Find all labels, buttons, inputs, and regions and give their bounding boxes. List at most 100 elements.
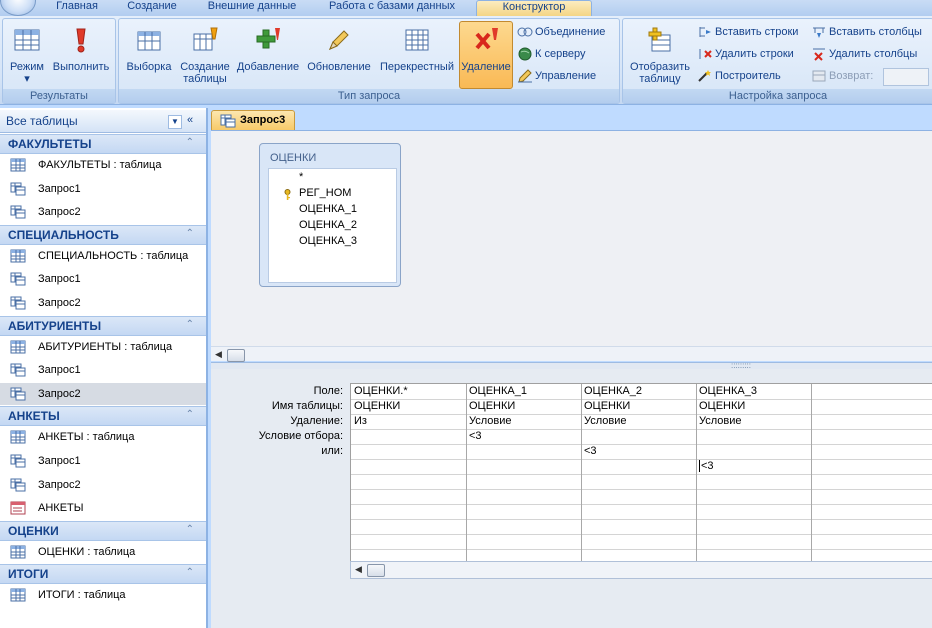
nav-item[interactable]: Запрос2 — [0, 201, 206, 223]
insert-rows-label: Вставить строки — [715, 26, 799, 38]
nav-category[interactable]: АНКЕТЫ ⌃ — [0, 406, 206, 427]
nav-category[interactable]: ОЦЕНКИ ⌃ — [0, 520, 206, 541]
nav-category[interactable]: ФАКУЛЬТЕТЫ ⌃ — [0, 134, 206, 154]
nav-item-label: АНКЕТЫ — [38, 502, 84, 515]
nav-category[interactable]: СПЕЦИАЛЬНОСТЬ ⌃ — [0, 224, 206, 245]
nav-category[interactable]: АБИТУРИЕНТЫ ⌃ — [0, 315, 206, 336]
tab-database-tools[interactable]: Работа с базами данных — [316, 0, 468, 15]
datasheet-view-icon — [14, 29, 40, 51]
form-icon — [10, 501, 26, 515]
delete-rows-button[interactable]: Удалить строки — [697, 45, 794, 63]
collapse-chevron-icon[interactable]: ⌃ — [186, 137, 194, 148]
query-icon — [10, 296, 26, 310]
show-table-button[interactable]: Отобразить таблицу — [625, 21, 695, 89]
nav-item[interactable]: АНКЕТЫ : таблица — [0, 426, 206, 448]
nav-collapse-icon[interactable]: « — [187, 114, 193, 126]
grid-cell-editing[interactable]: <3 — [699, 460, 714, 472]
nav-item[interactable]: Запрос2 — [0, 474, 206, 496]
field-item[interactable]: ОЦЕНКА_3 — [299, 235, 357, 247]
nav-item[interactable]: ОЦЕНКИ : таблица — [0, 541, 206, 563]
grid-scrollbar[interactable]: ◀ — [350, 561, 932, 579]
insert-columns-button[interactable]: Вставить столбцы — [811, 23, 922, 41]
mode-button[interactable]: Режим ▾ — [5, 21, 49, 89]
query-setup-group-label: Настройка запроса — [623, 89, 932, 103]
design-grid[interactable]: ОЦЕНКИ.* ОЦЕНКИ Из ОЦЕНКА_1 ОЦЕНКИ Условие <3 О… — [350, 383, 932, 565]
scroll-left-icon[interactable]: ◀ — [355, 564, 362, 575]
delete-query-button[interactable]: Удаление — [459, 21, 513, 89]
grid-cell-table[interactable]: ОЦЕНКИ — [469, 400, 515, 412]
nav-category-label: АНКЕТЫ — [8, 409, 60, 424]
nav-item[interactable]: СПЕЦИАЛЬНОСТЬ : таблица — [0, 245, 206, 267]
crosstab-label: Перекрестный — [380, 61, 454, 73]
nav-category[interactable]: ИТОГИ ⌃ — [0, 564, 206, 585]
nav-item[interactable]: АНКЕТЫ — [0, 497, 206, 519]
field-list-window[interactable]: ОЦЕНКИ * РЕГ_НОМ ОЦЕНКА_1 ОЦЕНКА_2 ОЦЕНК… — [259, 143, 401, 287]
data-definition-label: Управление — [535, 70, 597, 82]
grid-cell-delete[interactable]: Из — [354, 415, 367, 427]
select-query-icon — [137, 31, 161, 51]
nav-header[interactable]: Все таблицы ▼ « — [0, 110, 206, 133]
grid-cell-delete[interactable]: Условие — [699, 415, 742, 427]
scroll-thumb[interactable] — [227, 349, 245, 362]
append-button[interactable]: Добавление — [233, 21, 303, 89]
insert-rows-button[interactable]: Вставить строки — [697, 23, 798, 41]
select-query-button[interactable]: Выборка — [121, 21, 177, 89]
grid-cell-criteria[interactable]: <3 — [469, 430, 482, 442]
collapse-chevron-icon[interactable]: ⌃ — [186, 319, 194, 330]
collapse-chevron-icon[interactable]: ⌃ — [186, 228, 194, 239]
grid-cell-field[interactable]: ОЦЕНКА_1 — [469, 385, 527, 397]
query-icon — [10, 478, 26, 492]
globe-icon — [518, 47, 532, 61]
union-label: Объединение — [535, 26, 606, 38]
grid-cell-table[interactable]: ОЦЕНКИ — [699, 400, 745, 412]
nav-menu-dropdown-icon[interactable]: ▼ — [168, 115, 182, 129]
builder-button[interactable]: Построитель — [697, 67, 781, 85]
collapse-chevron-icon[interactable]: ⌃ — [186, 409, 194, 420]
collapse-chevron-icon[interactable]: ⌃ — [186, 524, 194, 535]
nav-item[interactable]: ФАКУЛЬТЕТЫ : таблица — [0, 154, 206, 176]
collapse-chevron-icon[interactable]: ⌃ — [186, 567, 194, 578]
table-pane-scrollbar[interactable]: ◀ — [211, 346, 932, 362]
grid-cell-field[interactable]: ОЦЕНКА_3 — [699, 385, 757, 397]
field-item[interactable]: РЕГ_НОМ — [299, 187, 351, 199]
nav-item[interactable]: Запрос1 — [0, 359, 206, 381]
nav-item[interactable]: АБИТУРИЕНТЫ : таблица — [0, 336, 206, 358]
update-button[interactable]: Обновление — [303, 21, 375, 89]
scroll-thumb[interactable] — [367, 564, 385, 577]
tab-design[interactable]: Конструктор — [476, 0, 592, 16]
union-button[interactable]: Объединение — [517, 23, 605, 41]
grid-cell-table[interactable]: ОЦЕНКИ — [354, 400, 400, 412]
pass-through-label: К серверу — [535, 48, 586, 60]
field-item[interactable]: * — [299, 171, 303, 183]
tab-external-data[interactable]: Внешние данные — [196, 0, 308, 15]
crosstab-button[interactable]: Перекрестный — [375, 21, 459, 89]
nav-item[interactable]: Запрос2 — [0, 382, 206, 405]
nav-item-label: Запрос2 — [38, 387, 81, 400]
grid-cell-field[interactable]: ОЦЕНКИ.* — [354, 385, 408, 397]
tab-create[interactable]: Создание — [116, 0, 188, 15]
run-button[interactable]: Выполнить — [49, 21, 113, 89]
grid-cell-delete[interactable]: Условие — [584, 415, 627, 427]
nav-item[interactable]: Запрос1 — [0, 178, 206, 200]
return-input[interactable] — [883, 68, 929, 86]
scroll-left-icon[interactable]: ◀ — [215, 349, 222, 360]
data-definition-button[interactable]: Управление — [517, 67, 596, 85]
office-button[interactable] — [0, 0, 36, 16]
grid-cell-table[interactable]: ОЦЕНКИ — [584, 400, 630, 412]
nav-item[interactable]: ИТОГИ : таблица — [0, 584, 206, 606]
delete-columns-button[interactable]: Удалить столбцы — [811, 45, 917, 63]
query-document-tab[interactable]: Запрос3 — [211, 110, 295, 131]
nav-item[interactable]: Запрос1 — [0, 450, 206, 472]
grid-cell-delete[interactable]: Условие — [469, 415, 512, 427]
make-table-button[interactable]: Создание таблицы — [177, 21, 233, 89]
tab-home[interactable]: Главная — [44, 0, 110, 15]
mode-label: Режим ▾ — [10, 61, 44, 85]
grid-cell-or[interactable]: <3 — [584, 445, 597, 457]
nav-item[interactable]: Запрос2 — [0, 292, 206, 314]
field-item[interactable]: ОЦЕНКА_1 — [299, 203, 357, 215]
field-item[interactable]: ОЦЕНКА_2 — [299, 219, 357, 231]
nav-item[interactable]: Запрос1 — [0, 268, 206, 290]
pass-through-button[interactable]: К серверу — [517, 45, 586, 63]
grid-cell-field[interactable]: ОЦЕНКА_2 — [584, 385, 642, 397]
insert-columns-label: Вставить столбцы — [829, 26, 922, 38]
